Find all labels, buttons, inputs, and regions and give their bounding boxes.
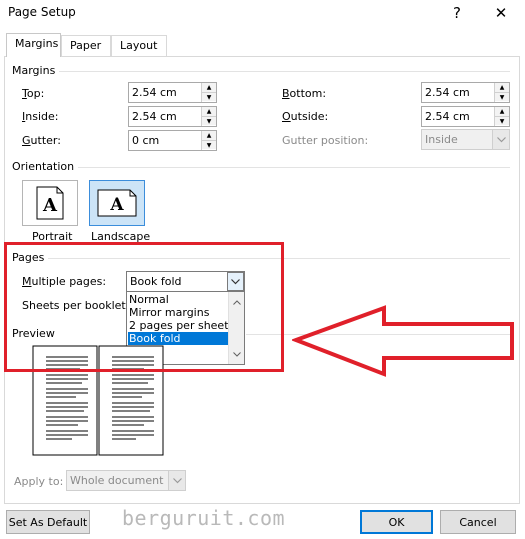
window-title: Page Setup [8, 5, 76, 19]
orientation-group-label: Orientation [12, 160, 79, 173]
spin-up-icon[interactable]: ▲ [202, 131, 216, 140]
gutter-position-label: Gutter position: [282, 134, 369, 147]
orientation-separator [72, 167, 510, 168]
inside-value: 2.54 cm [132, 110, 177, 123]
red-arrow-icon [292, 305, 514, 377]
bottom-spinner-arrows[interactable]: ▲ ▼ [494, 83, 509, 102]
outside-value: 2.54 cm [425, 110, 470, 123]
margins-separator [56, 71, 510, 72]
tab-paper[interactable]: Paper [61, 35, 111, 56]
set-as-default-button[interactable]: Set As Default [6, 510, 90, 534]
tab-layout-label: Layout [120, 39, 158, 52]
gutter-spinner-arrows[interactable]: ▲ ▼ [201, 131, 216, 150]
portrait-page-icon: A [36, 186, 64, 220]
spin-up-icon[interactable]: ▲ [495, 107, 509, 116]
set-as-default-label: Set As Default [8, 515, 88, 529]
tab-margins[interactable]: Margins [6, 33, 61, 57]
margins-group-label: Margins [12, 64, 60, 77]
tab-layout[interactable]: Layout [111, 35, 167, 56]
close-button[interactable]: ✕ [484, 0, 518, 26]
highlight-box [4, 242, 284, 372]
close-icon: ✕ [494, 4, 508, 22]
ok-label: OK [388, 515, 405, 529]
top-label: Top: [22, 87, 45, 100]
tab-margins-label: Margins [15, 37, 59, 50]
top-spinner-arrows[interactable]: ▲ ▼ [201, 83, 216, 102]
apply-to-value: Whole document [70, 474, 164, 487]
portrait-glyph: A [42, 195, 58, 216]
spin-down-icon[interactable]: ▼ [202, 140, 216, 149]
cancel-label: Cancel [459, 515, 497, 529]
outside-label: Outside: [282, 110, 329, 123]
inside-spinner[interactable]: 2.54 cm ▲ ▼ [128, 106, 217, 127]
watermark-text: berguruit.com [122, 506, 286, 530]
gutter-label: Gutter: [22, 134, 61, 147]
chevron-down-icon[interactable] [492, 130, 509, 149]
apply-to-select[interactable]: Whole document [66, 470, 186, 491]
tab-paper-label: Paper [70, 39, 102, 52]
ok-button[interactable]: OK [360, 510, 433, 534]
gutter-position-value: Inside [425, 133, 458, 146]
spin-down-icon[interactable]: ▼ [495, 92, 509, 101]
help-button[interactable]: ? [440, 0, 474, 26]
bottom-spinner[interactable]: 2.54 cm ▲ ▼ [421, 82, 510, 103]
cancel-button[interactable]: Cancel [440, 510, 516, 534]
bottom-value: 2.54 cm [425, 86, 470, 99]
chevron-down-icon[interactable] [168, 471, 185, 490]
spin-up-icon[interactable]: ▲ [495, 83, 509, 92]
landscape-option[interactable]: A [89, 180, 145, 226]
landscape-page-icon: A [97, 189, 137, 217]
inside-spinner-arrows[interactable]: ▲ ▼ [201, 107, 216, 126]
spin-down-icon[interactable]: ▼ [202, 116, 216, 125]
inside-label: Inside: [22, 110, 59, 123]
apply-to-label: Apply to: [14, 475, 64, 488]
spin-up-icon[interactable]: ▲ [202, 83, 216, 92]
outside-spinner-arrows[interactable]: ▲ ▼ [494, 107, 509, 126]
top-spinner[interactable]: 2.54 cm ▲ ▼ [128, 82, 217, 103]
top-value: 2.54 cm [132, 86, 177, 99]
help-icon: ? [453, 4, 461, 22]
spin-down-icon[interactable]: ▼ [495, 116, 509, 125]
outside-spinner[interactable]: 2.54 cm ▲ ▼ [421, 106, 510, 127]
bottom-label: Bottom: [282, 87, 327, 100]
gutter-value: 0 cm [132, 134, 160, 147]
spin-down-icon[interactable]: ▼ [202, 92, 216, 101]
gutter-spinner[interactable]: 0 cm ▲ ▼ [128, 130, 217, 151]
portrait-option[interactable]: A [22, 180, 78, 226]
gutter-position-select[interactable]: Inside [421, 129, 510, 150]
spin-up-icon[interactable]: ▲ [202, 107, 216, 116]
landscape-glyph: A [109, 195, 124, 215]
